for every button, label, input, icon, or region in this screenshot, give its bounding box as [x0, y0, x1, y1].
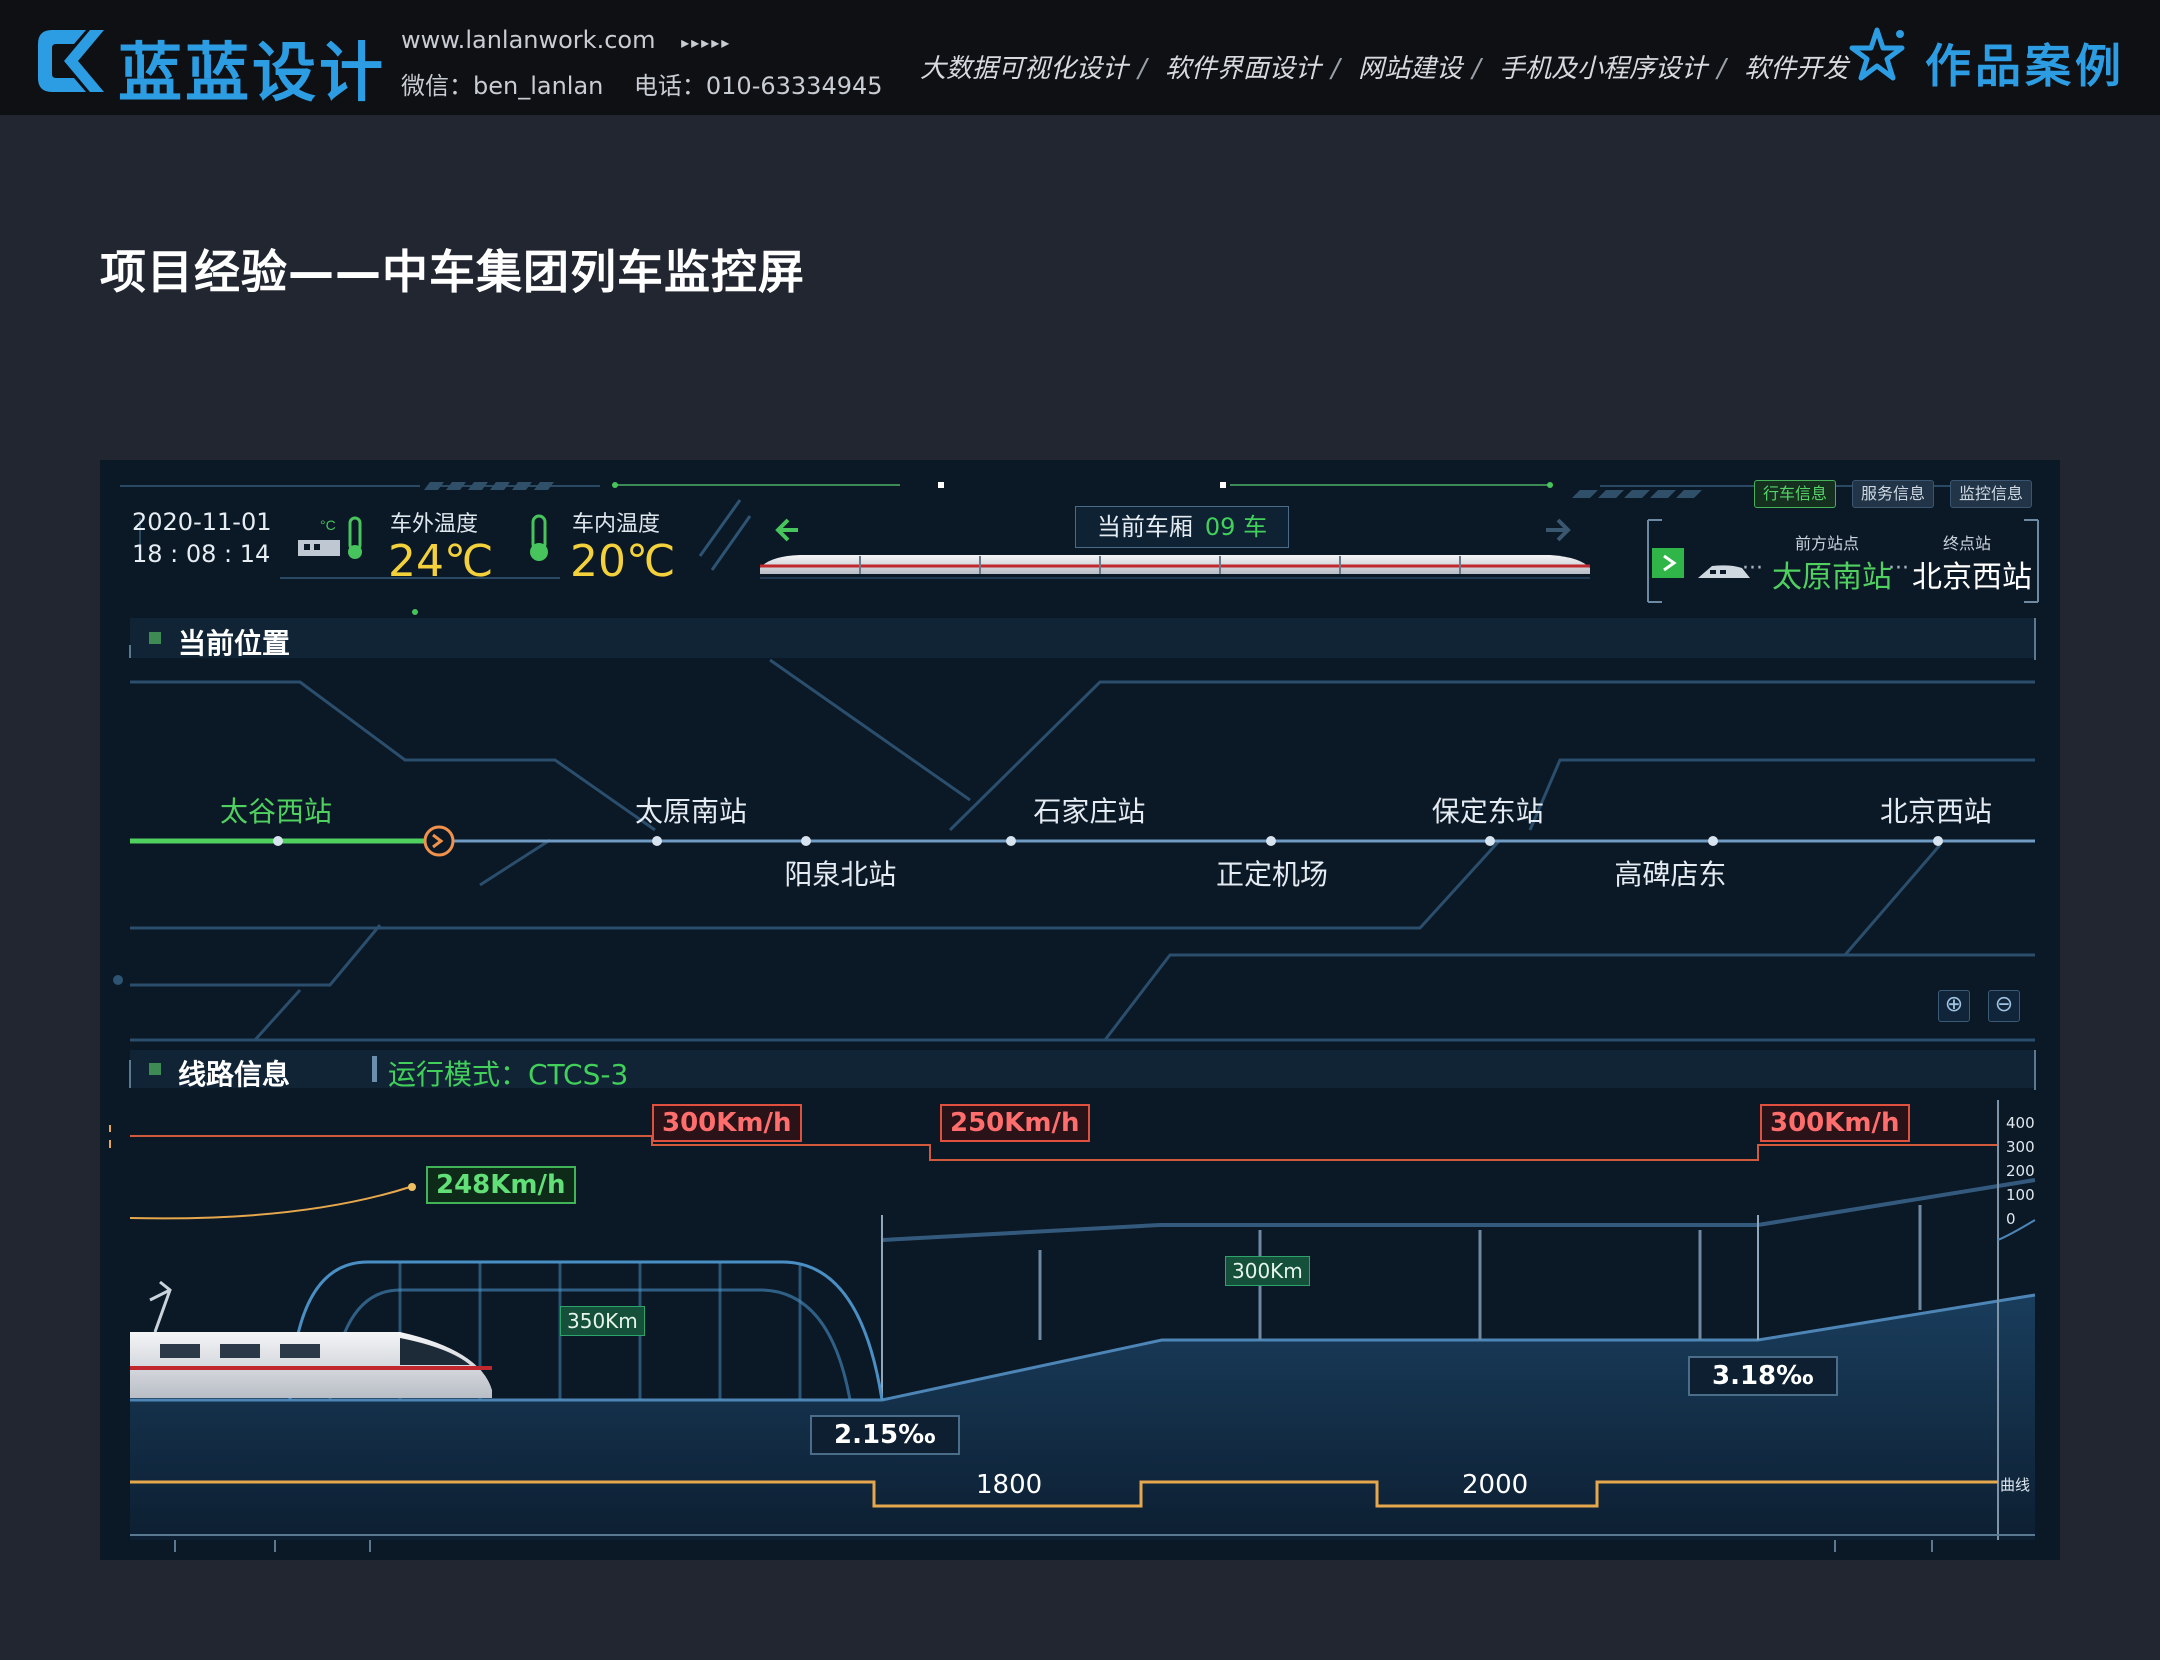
terrain-profile — [130, 1295, 2035, 1540]
station-label[interactable]: 保定东站 — [1432, 790, 1544, 830]
station-label[interactable]: 太原南站 — [635, 790, 747, 830]
speed-scale-tick: 0 — [2006, 1210, 2016, 1228]
speed-limit-badge: 250Km/h — [940, 1104, 1090, 1142]
outside-thermometer-icon: °C — [298, 516, 362, 559]
outside-temp-label: 车外温度 — [390, 512, 479, 537]
date-display: 2020-11-01 — [132, 508, 272, 536]
service-link[interactable]: 大数据可视化设计 — [920, 48, 1128, 85]
prev-car-arrow-icon — [775, 518, 798, 542]
zoom-out-icon[interactable]: ⊖ — [1988, 990, 2020, 1022]
play-icon — [1652, 548, 1684, 578]
speed-limit-badge: 300Km/h — [1760, 1104, 1910, 1142]
speed-limit-badge: 300Km/h — [652, 1104, 802, 1142]
train-overview-icon — [760, 555, 1590, 579]
service-link[interactable]: 网站建设 — [1358, 48, 1462, 85]
tab-monitor-info[interactable]: 监控信息 — [1950, 480, 2033, 508]
track-lines — [130, 658, 2035, 1042]
tab-service-info[interactable]: 服务信息 — [1852, 480, 1935, 508]
tunnel-length-tag: 350Km — [560, 1306, 645, 1336]
station-label[interactable]: 石家庄站 — [1033, 790, 1145, 830]
speed-scale-tick: 200 — [2006, 1162, 2035, 1180]
next-car-arrow-icon — [1546, 518, 1571, 542]
gradient-badge: 3.18‰ — [1688, 1356, 1838, 1396]
page-title: 项目经验——中车集团列车监控屏 — [100, 245, 805, 299]
service-link[interactable]: 软件界面设计 — [1165, 48, 1321, 85]
station-dots-right: ··· — [1888, 556, 1909, 581]
route-section-title: 线路信息 — [178, 1058, 291, 1091]
station-label[interactable]: 正定机场 — [1216, 853, 1328, 893]
zoom-in-icon[interactable]: ⊕ — [1938, 990, 1970, 1022]
curve-radius: 1800 — [976, 1470, 1043, 1500]
brand-contact: 微信：ben_lanlan 电话：010-63334945 — [401, 72, 883, 100]
current-speed-badge: 248Km/h — [426, 1166, 576, 1204]
case-label: 作品案例 — [1925, 39, 2125, 93]
position-section-title: 当前位置 — [178, 627, 291, 660]
current-train-marker-icon — [423, 825, 455, 857]
monitor-screen: °C 2020-11-01 18: 08: 14 车外温度 24℃ 车内温度… — [100, 460, 2060, 1560]
station-label[interactable]: 阳泉北站 — [784, 853, 896, 893]
gradient-badge: 2.15‰ — [810, 1415, 960, 1455]
brand-logo-icon — [38, 30, 104, 92]
curve-axis-label: 曲线 — [2000, 1476, 2031, 1494]
station-label[interactable]: 太谷西站 — [220, 790, 332, 830]
brand-name: 蓝蓝设计 — [118, 37, 386, 111]
station-label[interactable]: 北京西站 — [1880, 790, 1992, 830]
service-link[interactable]: 软件开发 — [1744, 48, 1848, 85]
end-station-name: 北京西站 — [1912, 560, 2032, 595]
front-station-name: 太原南站 — [1772, 560, 1892, 595]
inside-temp-label: 车内温度 — [572, 512, 661, 537]
star-icon — [1849, 27, 1905, 81]
speed-scale-tick: 100 — [2006, 1186, 2035, 1204]
arrows-icon: ▸▸▸▸▸ — [681, 33, 732, 52]
speed-curve — [129, 1186, 411, 1220]
service-links: 大数据可视化设计 / 软件界面设计 / 网站建设 / 手机及小程序设计 / 软件开发 — [920, 48, 1848, 85]
curve-radius: 2000 — [1462, 1470, 1529, 1500]
current-car-indicator[interactable]: 当前车厢 09 车 — [1075, 506, 1289, 548]
time-display: 18 : 08 : 14 — [132, 540, 271, 568]
run-mode: 运行模式：CTCS-3 — [388, 1058, 629, 1091]
brand-header: 蓝蓝设计 www.lanlanwork.com ▸▸▸▸▸ 微信：ben_lan… — [0, 0, 2160, 115]
bridge-length-tag: 300Km — [1225, 1256, 1310, 1286]
station-dots-left: ··· — [1742, 556, 1763, 581]
brand-website[interactable]: www.lanlanwork.com ▸▸▸▸▸ — [401, 26, 731, 54]
outside-temp-value: 24℃ — [388, 536, 494, 587]
svg-text:°C: °C — [320, 517, 336, 533]
current-car-label: 当前车厢 — [1096, 513, 1193, 541]
current-car-value: 09 车 — [1204, 513, 1268, 541]
station-label[interactable]: 高碑店东 — [1614, 853, 1726, 893]
end-station-label: 终点站 — [1943, 534, 1992, 553]
info-tabs: 行车信息 服务信息 监控信息 — [1738, 480, 2033, 508]
speed-scale-tick: 300 — [2006, 1138, 2035, 1156]
inside-thermometer-icon — [530, 514, 548, 561]
service-link[interactable]: 手机及小程序设计 — [1499, 48, 1707, 85]
tab-driving-info[interactable]: 行车信息 — [1754, 480, 1837, 508]
front-station-label: 前方站点 — [1795, 534, 1860, 553]
inside-temp-value: 20℃ — [570, 536, 676, 587]
speed-scale-tick: 400 — [2006, 1114, 2035, 1132]
